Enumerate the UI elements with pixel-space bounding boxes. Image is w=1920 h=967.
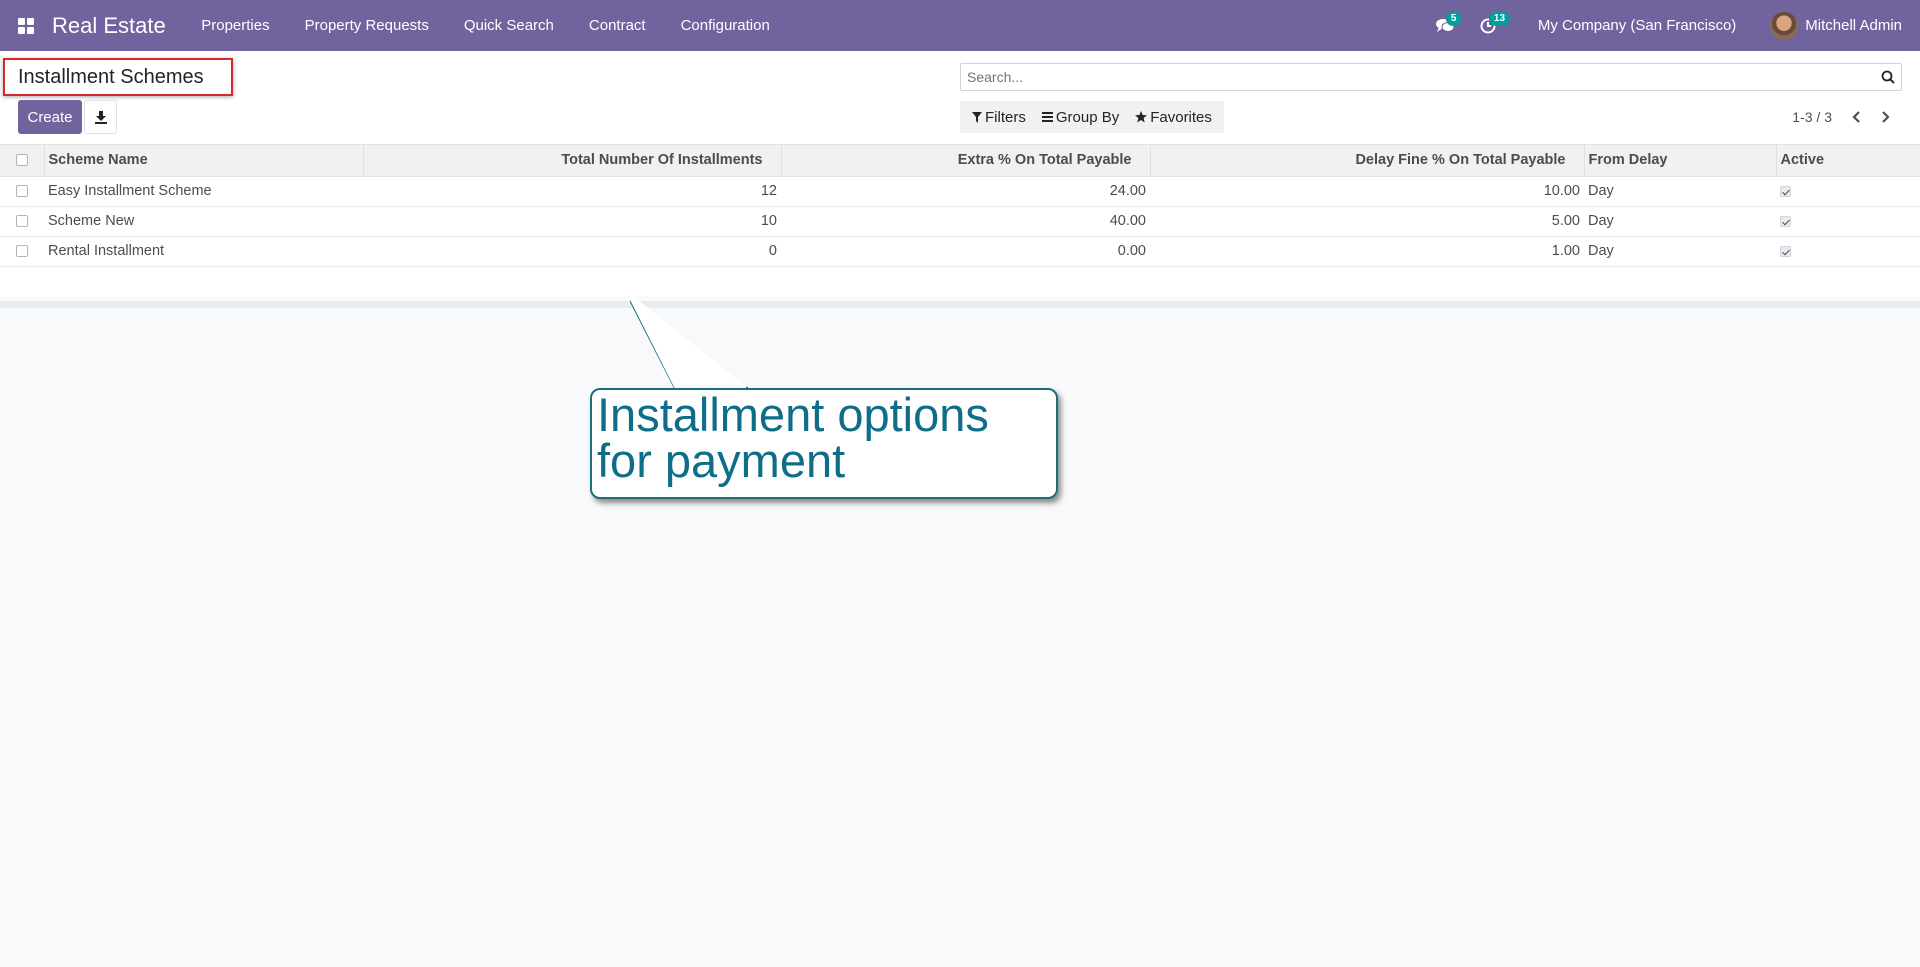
cell-extra-percent[interactable]: 40.00 bbox=[781, 206, 1150, 237]
favorites-label: Favorites bbox=[1150, 108, 1212, 126]
app-brand[interactable]: Real Estate bbox=[52, 13, 166, 39]
apps-menu-icon[interactable] bbox=[0, 0, 52, 51]
search-options: Filters Group By Favorites bbox=[960, 101, 1224, 133]
table-row[interactable]: Rental Installment 0 0.00 1.00 Day bbox=[0, 236, 1920, 267]
installment-schemes-table: Scheme Name Total Number Of Installments… bbox=[0, 145, 1920, 296]
column-header-scheme-name[interactable]: Scheme Name bbox=[43, 145, 363, 177]
menu-item-properties[interactable]: Properties bbox=[184, 0, 287, 51]
star-icon bbox=[1135, 111, 1148, 123]
row-checkbox[interactable] bbox=[16, 245, 28, 258]
cell-delay-fine-percent[interactable]: 5.00 bbox=[1150, 206, 1584, 237]
bars-icon bbox=[1041, 112, 1053, 122]
favorites-button[interactable]: Favorites bbox=[1127, 101, 1220, 133]
messages-button[interactable]: 5 bbox=[1424, 0, 1467, 51]
download-icon bbox=[94, 111, 107, 124]
pager-previous-button[interactable] bbox=[1844, 105, 1868, 129]
cell-scheme-name[interactable]: Easy Installment Scheme bbox=[44, 176, 363, 207]
filters-label: Filters bbox=[985, 108, 1026, 126]
search-input[interactable] bbox=[961, 64, 1875, 90]
chevron-left-icon bbox=[1852, 111, 1860, 123]
chevron-right-icon bbox=[1882, 111, 1890, 123]
column-header-extra-percent[interactable]: Extra % On Total Payable bbox=[780, 145, 1150, 177]
callout-pointer bbox=[630, 293, 748, 390]
create-button[interactable]: Create bbox=[18, 100, 82, 134]
control-panel: Installment Schemes Create Filters bbox=[0, 51, 1920, 145]
list-footer bbox=[0, 301, 1920, 308]
group-by-button[interactable]: Group By bbox=[1034, 101, 1127, 133]
active-checkbox bbox=[1780, 245, 1791, 257]
row-select-cell bbox=[0, 236, 44, 267]
menu-item-quick-search[interactable]: Quick Search bbox=[446, 0, 571, 51]
callout-text: Installment options for payment bbox=[597, 388, 989, 487]
cell-delay-fine-percent[interactable]: 1.00 bbox=[1150, 236, 1584, 267]
active-checkbox bbox=[1780, 185, 1791, 197]
user-menu[interactable]: Mitchell Admin bbox=[1754, 0, 1920, 51]
menu-item-contract[interactable]: Contract bbox=[571, 0, 663, 51]
search-bar bbox=[960, 63, 1902, 91]
cell-active bbox=[1776, 206, 1920, 237]
cell-active bbox=[1776, 236, 1920, 267]
row-select-cell bbox=[0, 176, 44, 207]
cell-from-delay[interactable]: Day bbox=[1584, 206, 1776, 237]
column-header-from-delay[interactable]: From Delay bbox=[1583, 145, 1776, 177]
filters-button[interactable]: Filters bbox=[964, 101, 1034, 133]
row-checkbox[interactable] bbox=[16, 215, 28, 228]
empty-row bbox=[0, 266, 1920, 296]
column-header-active[interactable]: Active bbox=[1775, 145, 1920, 177]
list-view: Scheme Name Total Number Of Installments… bbox=[0, 145, 1920, 296]
cell-from-delay[interactable]: Day bbox=[1584, 236, 1776, 267]
avatar bbox=[1770, 11, 1799, 40]
filter-icon bbox=[972, 111, 982, 123]
select-all-checkbox[interactable] bbox=[15, 154, 28, 167]
table-row[interactable]: Scheme New 10 40.00 5.00 Day bbox=[0, 206, 1920, 237]
user-name: Mitchell Admin bbox=[1805, 17, 1902, 34]
messages-badge: 5 bbox=[1445, 12, 1462, 26]
cell-total-installments[interactable]: 10 bbox=[363, 206, 781, 237]
company-switcher[interactable]: My Company (San Francisco) bbox=[1520, 0, 1754, 51]
menu-item-property-requests[interactable]: Property Requests bbox=[287, 0, 446, 51]
top-navbar: Real Estate Properties Property Requests… bbox=[0, 0, 1920, 51]
column-header-delay-fine-percent[interactable]: Delay Fine % On Total Payable bbox=[1149, 145, 1584, 177]
group-by-label: Group By bbox=[1055, 108, 1120, 126]
export-button[interactable] bbox=[84, 100, 117, 134]
table-row[interactable]: Easy Installment Scheme 12 24.00 10.00 D… bbox=[0, 176, 1920, 207]
cell-extra-percent[interactable]: 0.00 bbox=[781, 236, 1150, 267]
cell-extra-percent[interactable]: 24.00 bbox=[781, 176, 1150, 207]
row-checkbox[interactable] bbox=[16, 185, 28, 198]
cell-scheme-name[interactable]: Scheme New bbox=[44, 206, 363, 237]
breadcrumb: Installment Schemes bbox=[3, 58, 233, 96]
pager-value[interactable]: 1-3 / 3 bbox=[1792, 109, 1832, 125]
active-checkbox bbox=[1780, 215, 1791, 227]
column-header-total-installments[interactable]: Total Number Of Installments bbox=[362, 145, 781, 177]
cell-delay-fine-percent[interactable]: 10.00 bbox=[1150, 176, 1584, 207]
search-icon[interactable] bbox=[1875, 64, 1901, 90]
cell-from-delay[interactable]: Day bbox=[1584, 176, 1776, 207]
cell-active bbox=[1776, 176, 1920, 207]
table-header-row: Scheme Name Total Number Of Installments… bbox=[0, 145, 1920, 177]
activities-badge: 13 bbox=[1488, 12, 1511, 26]
row-select-cell bbox=[0, 206, 44, 237]
cell-scheme-name[interactable]: Rental Installment bbox=[44, 236, 363, 267]
pager-next-button[interactable] bbox=[1874, 105, 1898, 129]
menu-item-configuration[interactable]: Configuration bbox=[663, 0, 787, 51]
page-title: Installment Schemes bbox=[18, 65, 204, 88]
select-all-cell bbox=[0, 145, 44, 177]
activities-button[interactable]: 13 bbox=[1467, 0, 1511, 51]
annotation-callout: Installment options for payment bbox=[590, 388, 1058, 499]
cell-total-installments[interactable]: 12 bbox=[363, 176, 781, 207]
cell-total-installments[interactable]: 0 bbox=[363, 236, 781, 267]
